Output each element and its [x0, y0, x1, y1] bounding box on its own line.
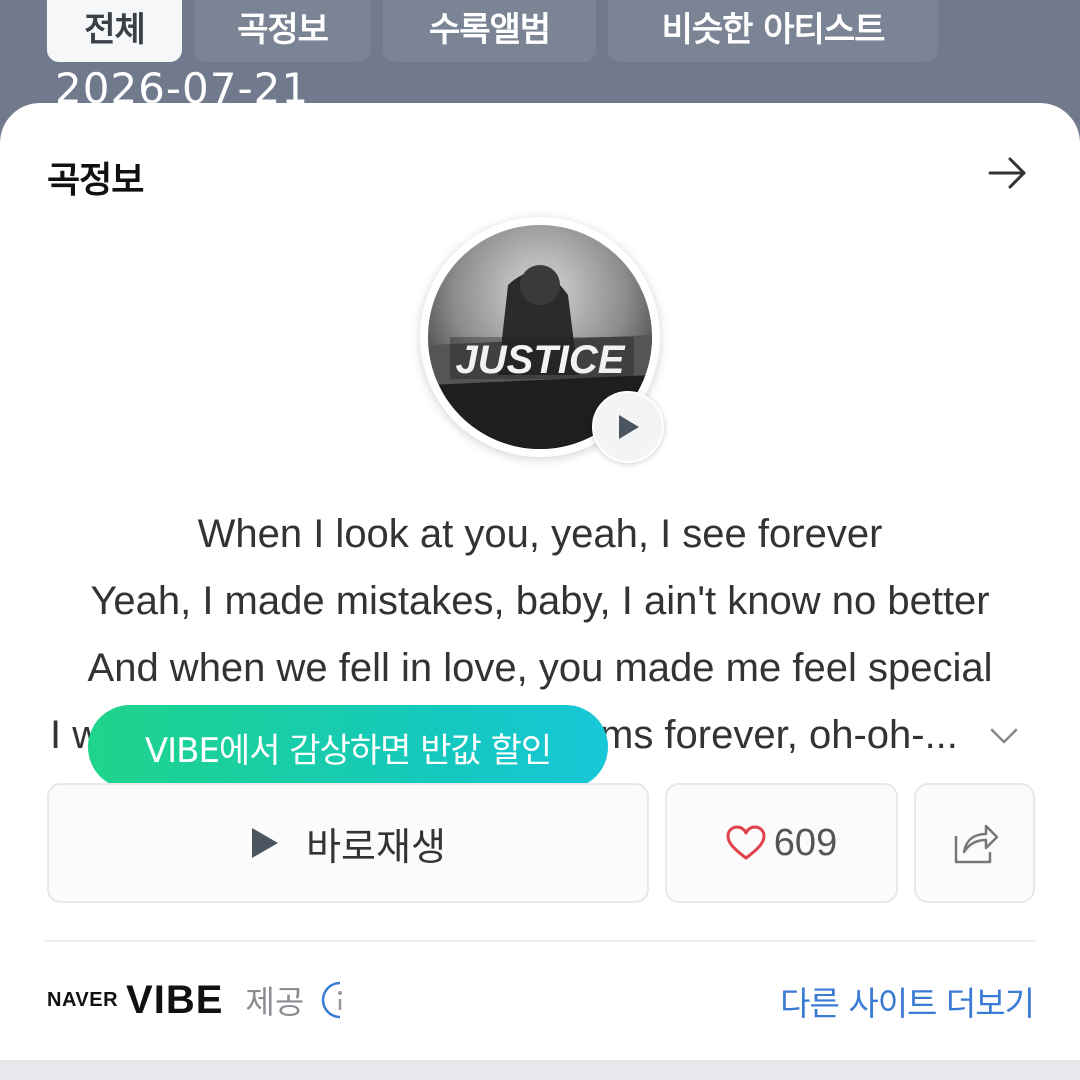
naver-logo: NAVER	[47, 988, 119, 1011]
discount-tooltip[interactable]: VIBE에서 감상하면 반값 할인	[88, 705, 608, 789]
bottom-strip	[0, 1060, 1080, 1080]
play-icon	[252, 828, 279, 858]
song-info-card: 곡정보 JUSTICE When I look at you, yeah, I …	[0, 103, 1080, 1060]
chevron-down-icon[interactable]	[989, 726, 1019, 746]
tab-song-info[interactable]: 곡정보	[194, 0, 371, 62]
divider	[45, 940, 1035, 942]
lyric-fragment-end: ms forever, oh-oh-...	[600, 713, 958, 757]
tab-bar: 전체 곡정보 수록앨범 비슷한 아티스트	[47, 0, 938, 62]
info-icon[interactable]	[320, 980, 360, 1020]
provider-credit: NAVER VIBE 제공	[47, 977, 360, 1023]
play-now-label: 바로재생	[306, 824, 446, 869]
play-icon	[619, 415, 639, 439]
album-play-button[interactable]	[592, 391, 664, 463]
lyric-line: And when we fell in love, you made me fe…	[87, 646, 993, 690]
lyrics-block: When I look at you, yeah, I see forever …	[0, 501, 1080, 757]
lyric-line: When I look at you, yeah, I see forever	[197, 512, 883, 556]
lyric-line: Yeah, I made mistakes, baby, I ain't kno…	[90, 579, 990, 623]
like-count: 609	[773, 821, 838, 864]
arrow-right-icon[interactable]	[986, 153, 1030, 193]
tab-similar-artists[interactable]: 비슷한 아티스트	[608, 0, 938, 62]
vibe-logo: VIBE	[126, 977, 224, 1022]
tab-all[interactable]: 전체	[47, 0, 182, 62]
more-sites-link[interactable]: 다른 사이트 더보기	[780, 977, 1035, 1025]
card-title: 곡정보	[47, 160, 144, 201]
heart-icon	[726, 825, 766, 860]
album-title-text: JUSTICE	[456, 338, 626, 382]
share-button[interactable]	[914, 783, 1035, 903]
provided-by-label: 제공	[245, 983, 305, 1021]
share-icon	[954, 824, 998, 864]
play-now-button[interactable]: 바로재생	[47, 783, 649, 903]
like-button[interactable]: 609	[665, 783, 898, 903]
tab-album[interactable]: 수록앨범	[383, 0, 596, 62]
